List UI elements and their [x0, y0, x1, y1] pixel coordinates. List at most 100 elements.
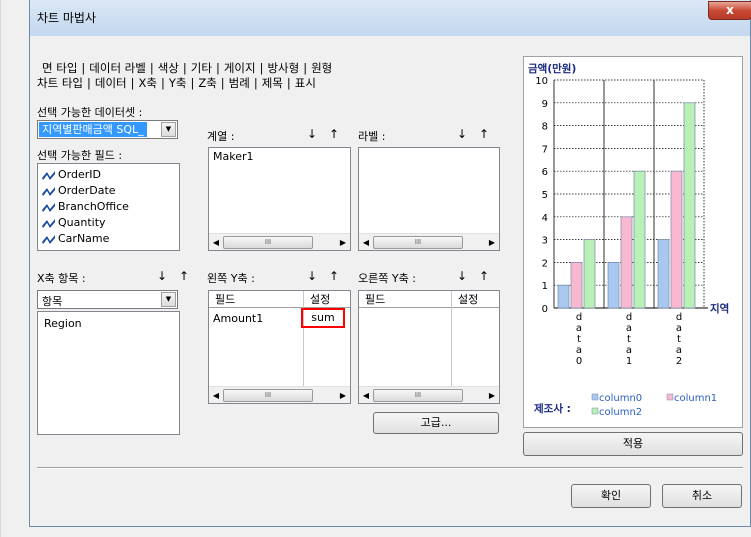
field-list-item[interactable]: OrderDate — [42, 183, 116, 198]
bottom-tab-0[interactable]: 차트 타입 — [37, 75, 83, 91]
field-icon — [42, 202, 55, 212]
x-tick-label-char: t — [677, 334, 681, 345]
ok-button[interactable]: 확인 — [571, 484, 651, 508]
legend-swatch — [666, 393, 674, 401]
top-tab-0[interactable]: 면 타입 — [42, 60, 77, 76]
top-tab-3[interactable]: 기타 — [191, 60, 212, 76]
x-tick-label-char: t — [627, 334, 631, 345]
scroll-right-icon[interactable]: ▶ — [338, 391, 348, 400]
left-y-up-button[interactable]: ↑ — [326, 267, 342, 285]
bar-column2 — [633, 170, 646, 309]
apply-button[interactable]: 적용 — [523, 432, 743, 456]
left-y-scrollbar[interactable]: ◀ III ▶ — [209, 386, 350, 403]
x-axis-title: 지역 — [710, 302, 729, 315]
scroll-left-icon[interactable]: ◀ — [211, 391, 221, 400]
labels-up-button[interactable]: ↑ — [476, 125, 492, 143]
tab-separator: | — [160, 76, 165, 90]
x-items-down-button[interactable]: ↓ — [154, 267, 170, 285]
scroll-thumb[interactable]: III — [373, 236, 463, 249]
x-items-up-button[interactable]: ↑ — [176, 267, 192, 285]
x-tick-label-char: a — [626, 345, 632, 356]
field-icon — [42, 170, 55, 180]
legend-swatch — [591, 393, 599, 401]
right-y-header-setting: 설정 — [451, 291, 499, 308]
field-list-item-label: OrderDate — [58, 184, 116, 197]
scroll-thumb[interactable]: III — [373, 389, 463, 402]
y-tick-label: 10 — [535, 76, 548, 87]
left-y-header-field: 필드 — [209, 291, 303, 308]
field-list-item[interactable]: CarName — [42, 231, 109, 246]
labels-scrollbar[interactable]: ◀ III ▶ — [359, 233, 499, 250]
right-y-scrollbar[interactable]: ◀ III ▶ — [359, 386, 499, 403]
bar-column2 — [683, 102, 696, 309]
chevron-down-icon[interactable]: ▼ — [161, 292, 176, 307]
left-y-grid[interactable]: 필드 설정 Amount1 sum ◀ III ▶ — [208, 290, 351, 404]
bottom-tab-1[interactable]: 데이터 — [95, 75, 127, 91]
field-list-item[interactable]: OrderID — [42, 167, 101, 182]
scroll-left-icon[interactable]: ◀ — [211, 238, 221, 247]
x-tick-label-char: d — [676, 312, 682, 323]
right-y-label: 오른쪽 Y축 : — [358, 272, 416, 285]
x-items-label: X축 항목 : — [37, 272, 86, 285]
field-list-item[interactable]: Quantity — [42, 215, 106, 230]
list-item[interactable]: Maker1 — [213, 149, 254, 164]
chart-preview: 금액(만원) 0 1 2 3 4 5 6 7 8 9 10 d a t a 0 d a t a 1 d a t a 2 지역 제조사 :… — [523, 56, 743, 428]
scroll-right-icon[interactable]: ▶ — [487, 238, 497, 247]
bar-column1 — [620, 216, 633, 309]
right-y-down-button[interactable]: ↓ — [454, 267, 470, 285]
labels-down-button[interactable]: ↓ — [454, 125, 470, 143]
tab-separator: | — [86, 76, 91, 90]
tab-separator: | — [215, 61, 220, 75]
fields-list[interactable]: OrderID OrderDate BranchOffice Quantity CarN… — [37, 163, 180, 251]
field-list-item[interactable]: BranchOffice — [42, 199, 129, 214]
x-tick-label-char: 1 — [626, 356, 632, 367]
tab-separator: | — [253, 76, 258, 90]
labels-list[interactable]: ◀ III ▶ — [358, 147, 500, 251]
right-y-grid[interactable]: 필드 설정 ◀ III ▶ — [358, 290, 500, 404]
bottom-tab-2[interactable]: X축 — [138, 75, 156, 91]
y-tick-label: 6 — [542, 167, 548, 178]
scroll-thumb[interactable]: III — [223, 236, 313, 249]
list-item[interactable]: Region — [44, 316, 82, 331]
bottom-tab-7[interactable]: 표시 — [295, 75, 316, 91]
table-row-setting[interactable]: sum — [301, 308, 345, 328]
cancel-button[interactable]: 취소 — [662, 484, 742, 508]
right-y-header-field: 필드 — [359, 291, 451, 308]
series-list[interactable]: Maker1 ◀ III ▶ — [208, 147, 351, 251]
bar-column0 — [557, 284, 570, 309]
tab-separator: | — [303, 61, 308, 75]
y-tick-label: 8 — [542, 122, 548, 133]
top-tab-6[interactable]: 원형 — [311, 60, 332, 76]
top-tab-4[interactable]: 게이지 — [224, 60, 256, 76]
right-y-up-button[interactable]: ↑ — [476, 267, 492, 285]
dataset-select[interactable]: 지역별판매금액 SQL_ ▼ — [37, 120, 178, 139]
series-down-button[interactable]: ↓ — [304, 125, 320, 143]
scroll-left-icon[interactable]: ◀ — [361, 238, 371, 247]
bottom-tab-6[interactable]: 제목 — [262, 75, 283, 91]
bottom-tab-3[interactable]: Y축 — [169, 75, 187, 91]
series-scrollbar[interactable]: ◀ III ▶ — [209, 233, 350, 250]
x-items-list[interactable]: Region — [37, 311, 180, 435]
field-list-item-label: CarName — [58, 232, 110, 245]
fields-label: 선택 가능한 필드 : — [37, 149, 123, 162]
x-tick-label-char: d — [626, 312, 632, 323]
x-tick-label-char: a — [676, 345, 682, 356]
x-items-combo[interactable]: 항목 ▼ — [37, 290, 178, 309]
top-tab-1[interactable]: 데이터 라벨 — [89, 60, 146, 76]
advanced-button[interactable]: 고급... — [373, 412, 499, 434]
series-up-button[interactable]: ↑ — [326, 125, 342, 143]
tab-separator: | — [149, 61, 154, 75]
left-y-label: 왼쪽 Y축 : — [207, 272, 255, 285]
top-tab-2[interactable]: 색상 — [158, 60, 179, 76]
bottom-tab-5[interactable]: 범례 — [229, 75, 250, 91]
scroll-right-icon[interactable]: ▶ — [338, 238, 348, 247]
scroll-thumb[interactable]: III — [223, 389, 313, 402]
close-button[interactable]: x — [708, 1, 751, 20]
table-row-field[interactable]: Amount1 — [213, 311, 263, 326]
left-y-down-button[interactable]: ↓ — [304, 267, 320, 285]
scroll-right-icon[interactable]: ▶ — [487, 391, 497, 400]
top-tab-5[interactable]: 방사형 — [267, 60, 299, 76]
chevron-down-icon[interactable]: ▼ — [161, 122, 176, 137]
bottom-tab-4[interactable]: Z축 — [198, 75, 216, 91]
scroll-left-icon[interactable]: ◀ — [361, 391, 371, 400]
